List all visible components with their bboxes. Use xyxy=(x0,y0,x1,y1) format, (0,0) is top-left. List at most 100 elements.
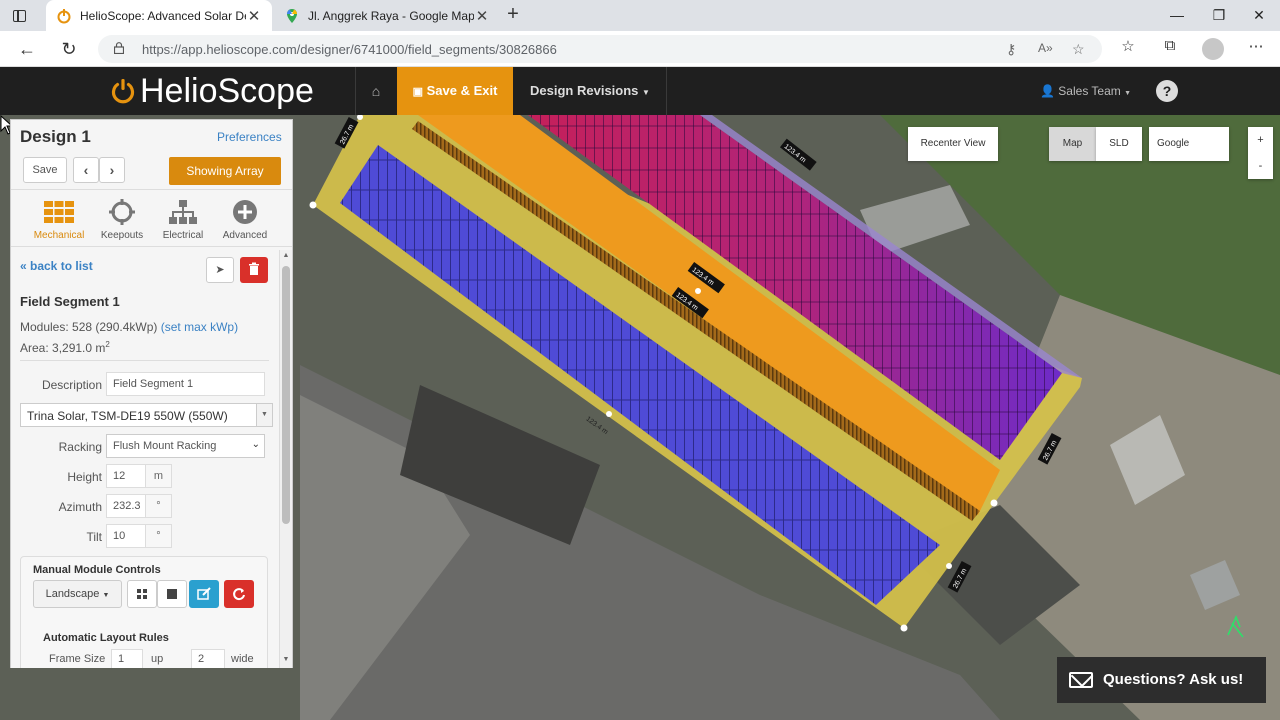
height-input[interactable]: 12 xyxy=(106,464,146,488)
tilt-unit: ° xyxy=(146,524,172,548)
height-label: Height xyxy=(67,470,102,484)
back-to-list-link[interactable]: « back to list xyxy=(20,259,93,273)
orientation-value: Landscape xyxy=(45,588,100,600)
help-button[interactable]: ? xyxy=(1156,80,1178,102)
orientation-dropdown[interactable]: Landscape ▼ xyxy=(33,580,122,608)
racking-select[interactable]: Flush Mount Racking ⌄ xyxy=(106,434,265,458)
maximize-icon[interactable]: ❐ xyxy=(1198,0,1240,31)
location-arrow-icon: ➤ xyxy=(215,264,225,276)
modules-text: Modules: 528 (290.4kWp) xyxy=(20,320,158,334)
caret-down-icon: ▼ xyxy=(642,88,650,97)
recenter-view-button[interactable]: Recenter View xyxy=(908,127,998,161)
frame-wide-input[interactable]: 2 xyxy=(191,649,225,668)
helioscope-logo[interactable]: HelioScope xyxy=(110,71,314,111)
scroll-up-icon[interactable]: ▲ xyxy=(282,252,290,262)
map-view-button[interactable]: Map xyxy=(1049,127,1096,161)
tab-mechanical[interactable]: Mechanical xyxy=(28,195,90,245)
module-select-value: Trina Solar, TSM-DE19 550W (550W) xyxy=(27,409,228,423)
grid-small-icon xyxy=(137,589,147,599)
reset-modules-button[interactable] xyxy=(224,580,254,608)
refresh-icon xyxy=(233,588,245,601)
helioscope-favicon-icon xyxy=(57,8,71,23)
brand-name: HelioScope xyxy=(140,71,314,110)
design-revisions-menu[interactable]: Design Revisions ▼ xyxy=(514,67,666,115)
remove-modules-button[interactable] xyxy=(157,580,187,608)
url-field[interactable]: https://app.helioscope.com/designer/6741… xyxy=(98,35,1102,63)
modules-summary: Modules: 528 (290.4kWp) (set max kWp) xyxy=(20,320,238,334)
read-aloud-icon[interactable]: A» xyxy=(1038,41,1053,55)
floppy-icon: ▣ xyxy=(412,86,423,98)
sld-view-button[interactable]: SLD xyxy=(1096,127,1142,161)
description-label: Description xyxy=(41,378,102,392)
edit-icon xyxy=(197,587,211,600)
home-icon[interactable]: ⌂ xyxy=(356,67,396,115)
redo-next-button[interactable]: › xyxy=(99,157,125,183)
add-modules-button[interactable] xyxy=(127,580,157,608)
delete-button[interactable] xyxy=(240,257,268,283)
new-tab-icon[interactable]: + xyxy=(502,4,524,26)
set-max-kwp-link[interactable]: (set max kWp) xyxy=(161,320,238,334)
locate-button[interactable]: ➤ xyxy=(206,257,234,283)
panel-scrollbar[interactable]: ▲ ▼ xyxy=(279,250,292,668)
area-unit-exponent: 2 xyxy=(105,340,110,349)
segment-title: Field Segment 1 xyxy=(20,294,120,309)
design-title: Design 1 xyxy=(20,127,91,146)
edit-modules-button[interactable] xyxy=(189,580,219,608)
user-menu[interactable]: 👤 Sales Team ▼ xyxy=(1040,67,1131,115)
tab-actions-icon[interactable] xyxy=(10,6,30,26)
close-tab-icon[interactable]: ✕ xyxy=(474,7,490,25)
profile-avatar[interactable] xyxy=(1202,38,1224,60)
more-menu-icon[interactable]: ⋯ xyxy=(1246,37,1266,57)
reload-icon[interactable]: ↻ xyxy=(56,37,82,61)
undo-prev-button[interactable]: ‹ xyxy=(73,157,99,183)
save-exit-label: Save & Exit xyxy=(426,83,498,98)
caret-down-icon: ▼ xyxy=(1124,90,1132,97)
basemap-select[interactable]: Google xyxy=(1149,127,1229,161)
chevron-down-icon: ⌄ xyxy=(251,439,260,450)
panel-header: Design 1 Preferences Save ‹ › Showing Ar… xyxy=(11,120,292,190)
tilt-label: Tilt xyxy=(86,530,102,544)
height-unit: m xyxy=(146,464,172,488)
scroll-thumb[interactable] xyxy=(282,266,290,524)
key-icon[interactable]: ⚷ xyxy=(1006,41,1016,58)
address-bar: ← ↻ https://app.helioscope.com/designer/… xyxy=(0,31,1280,67)
frame-size-label: Frame Size xyxy=(49,653,106,665)
scroll-down-icon[interactable]: ▼ xyxy=(282,656,290,666)
description-input[interactable]: Field Segment 1 xyxy=(106,372,265,396)
save-button[interactable]: Save xyxy=(23,157,67,183)
automatic-layout-title: Automatic Layout Rules xyxy=(43,632,169,644)
tab-label: Advanced xyxy=(222,230,268,241)
url-text: https://app.helioscope.com/designer/6741… xyxy=(142,42,557,57)
questions-chat-button[interactable]: Questions? Ask us! xyxy=(1057,657,1266,703)
minimize-icon[interactable]: — xyxy=(1156,0,1198,31)
divider xyxy=(20,360,269,361)
azimuth-unit: ° xyxy=(146,494,172,518)
azimuth-input[interactable]: 232.3 xyxy=(106,494,146,518)
square-icon xyxy=(167,589,177,599)
tab-keepouts[interactable]: Keepouts xyxy=(91,195,153,245)
close-tab-icon[interactable]: ✕ xyxy=(246,7,262,25)
zoom-out-button[interactable]: - xyxy=(1248,153,1273,179)
back-arrow-icon[interactable]: ← xyxy=(14,37,40,61)
zoom-in-button[interactable]: + xyxy=(1248,127,1273,153)
tilt-input[interactable]: 10 xyxy=(106,524,146,548)
browser-tab-google-maps[interactable]: Jl. Anggrek Raya - Google Maps ✕ xyxy=(274,0,500,31)
tab-advanced[interactable]: Advanced xyxy=(214,195,276,245)
favorite-add-icon[interactable]: ☆ xyxy=(1072,41,1085,58)
zoom-control: + - xyxy=(1248,127,1273,179)
browser-tab-helioscope[interactable]: HelioScope: Advanced Solar Des ✕ xyxy=(46,0,272,31)
module-select[interactable]: Trina Solar, TSM-DE19 550W (550W) ▼ xyxy=(20,403,273,427)
questions-label: Questions? Ask us! xyxy=(1103,671,1244,688)
maps-pin-icon xyxy=(287,8,297,23)
preferences-link[interactable]: Preferences xyxy=(217,130,282,144)
user-label: Sales Team xyxy=(1058,84,1121,98)
collections-icon[interactable]: ⧉ xyxy=(1160,37,1180,57)
header-divider xyxy=(666,67,667,115)
close-window-icon[interactable]: ✕ xyxy=(1238,0,1280,31)
save-exit-button[interactable]: ▣ Save & Exit xyxy=(397,67,513,115)
frame-up-input[interactable]: 1 xyxy=(111,649,143,668)
design-revisions-label: Design Revisions xyxy=(530,83,639,98)
favorites-icon[interactable]: ☆ xyxy=(1118,37,1138,57)
tab-electrical[interactable]: Electrical xyxy=(152,195,214,245)
showing-array-button[interactable]: Showing Array xyxy=(169,157,281,185)
